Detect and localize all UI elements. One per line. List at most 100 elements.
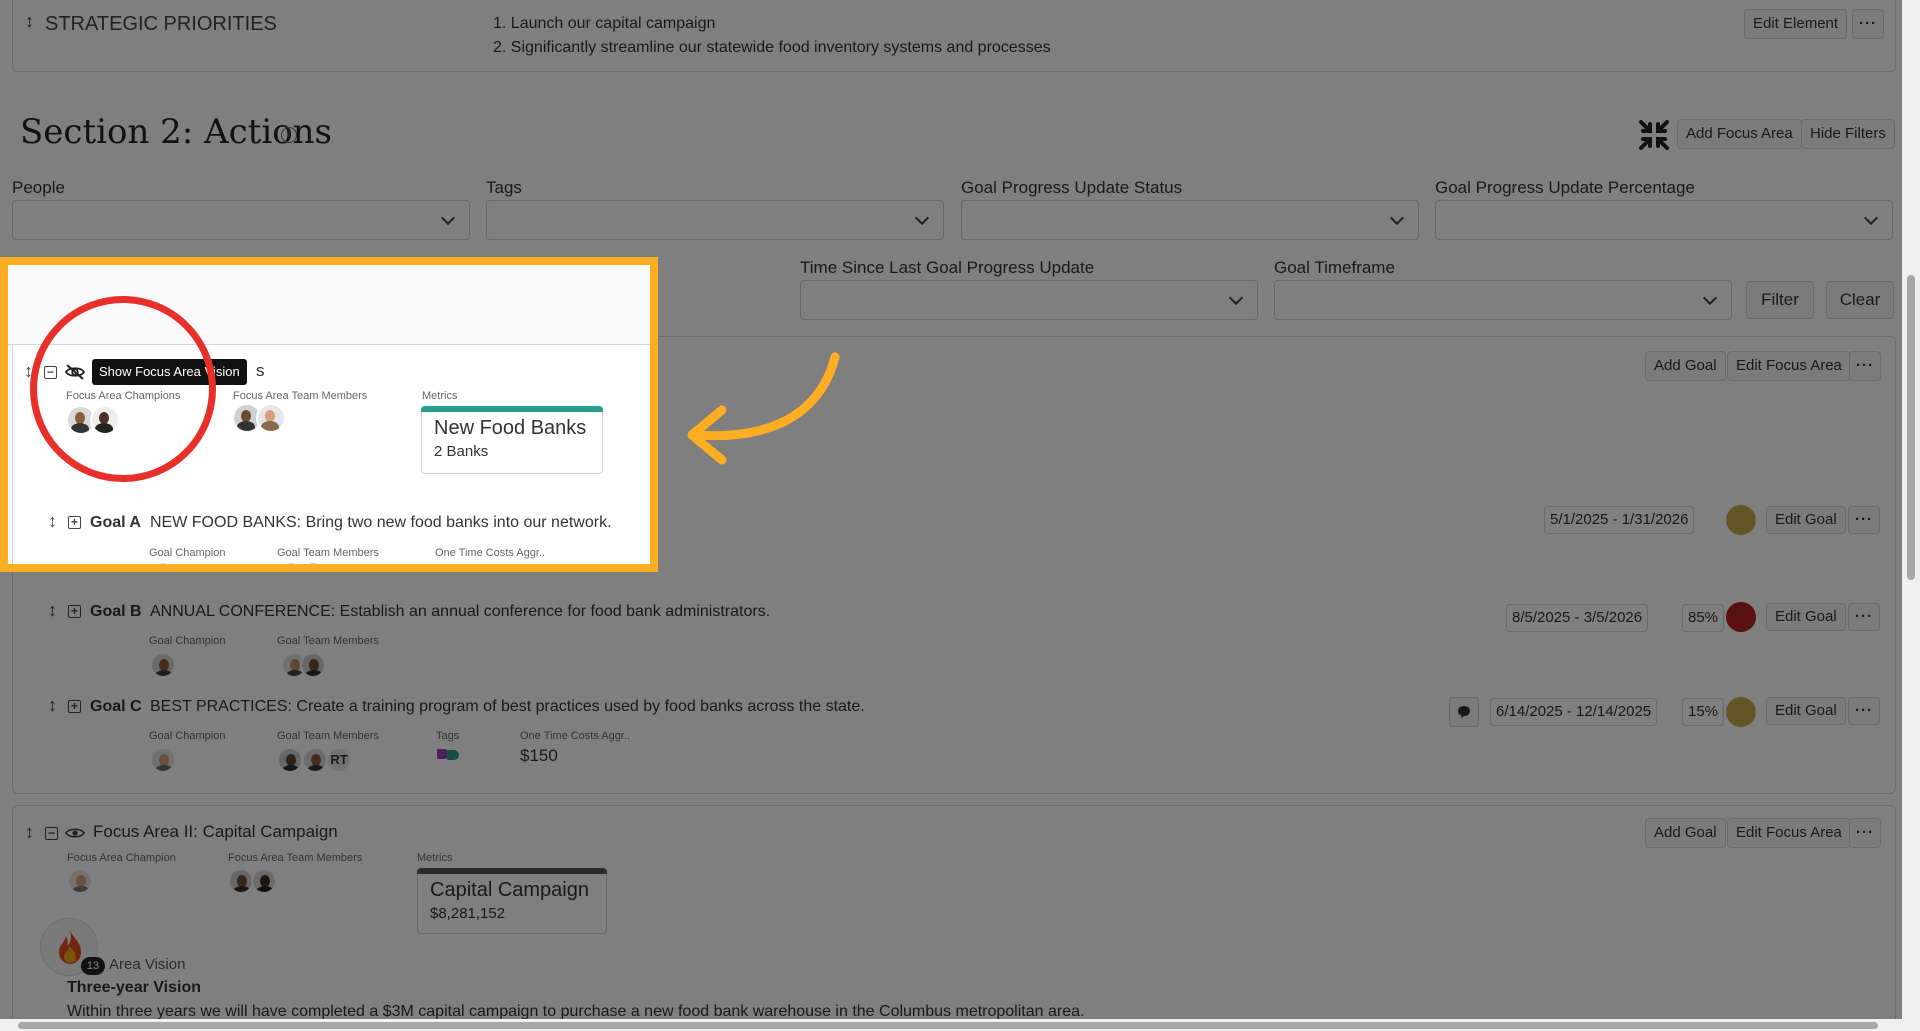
vertical-scrollbar[interactable] (1902, 0, 1920, 1031)
status-select[interactable] (961, 200, 1419, 240)
goal-b-team-label: Goal Team Members (277, 635, 379, 647)
more-options-button[interactable]: ··· (1849, 351, 1881, 381)
avatar[interactable] (150, 747, 176, 773)
collapse-icon[interactable]: − (45, 827, 58, 840)
goal-b-expand-icon[interactable]: + (68, 605, 81, 618)
goal-a-more-button[interactable]: ··· (1848, 506, 1880, 534)
edit-goal-c-button[interactable]: Edit Goal (1766, 697, 1846, 725)
timeframe-select[interactable] (1274, 280, 1732, 320)
edit-element-button[interactable]: Edit Element (1744, 9, 1848, 39)
time-since-select[interactable] (800, 280, 1258, 320)
more-options-button[interactable]: ··· (1852, 9, 1884, 39)
metric-title: New Food Banks (434, 417, 587, 439)
comment-button[interactable] (1449, 697, 1479, 727)
scroll-thumb[interactable] (1907, 275, 1915, 580)
goal-b-status-dot[interactable] (1726, 602, 1756, 632)
avatar[interactable] (277, 747, 303, 773)
goal-b-dates: 8/5/2025 - 3/5/2026 (1506, 604, 1649, 632)
comment-icon (1458, 706, 1470, 718)
goal-b-id: Goal B (90, 603, 142, 620)
focus-area-2-champion-label: Focus Area Champion (67, 852, 176, 864)
goal-a-team-label: Goal Team Members (277, 547, 379, 559)
drag-handle-icon[interactable]: ↕ (25, 11, 34, 32)
goal-c-id: Goal C (90, 698, 142, 715)
goal-a-status-dot[interactable] (1726, 505, 1756, 535)
avatar-initials[interactable]: RT (326, 747, 352, 773)
goal-a-champion-label: Goal Champion (149, 547, 226, 559)
goal-c-drag-icon[interactable]: ↕ (48, 695, 57, 716)
focus-area-1-team-label: Focus Area Team Members (233, 390, 368, 402)
people-filter-label: People (12, 178, 65, 197)
goal-b-champion-label: Goal Champion (149, 635, 226, 647)
goal-c-percent: 15% (1682, 698, 1725, 726)
goal-c-tags-label: Tags (436, 730, 460, 742)
edit-focus-area-button[interactable]: Edit Focus Area (1727, 351, 1851, 381)
goal-b-percent: 85% (1682, 604, 1725, 632)
chevron-down-icon (1389, 210, 1405, 226)
horizontal-scrollbar[interactable] (0, 1019, 1902, 1031)
time-since-filter-label: Time Since Last Goal Progress Update (800, 258, 1095, 277)
percentage-select[interactable] (1435, 200, 1893, 240)
hide-filters-button[interactable]: Hide Filters (1801, 119, 1895, 149)
chevron-down-icon (440, 210, 456, 226)
timeframe-filter-label: Goal Timeframe (1274, 258, 1395, 277)
capital-campaign-metric[interactable]: Capital Campaign $8,281,152 (417, 868, 607, 934)
edit-focus-area-button[interactable]: Edit Focus Area (1727, 818, 1851, 848)
goal-a-costs-label: One Time Costs Aggr.. (435, 547, 546, 559)
goal-c-expand-icon[interactable]: + (68, 700, 81, 713)
eye-icon[interactable] (65, 826, 85, 840)
edit-goal-a-button[interactable]: Edit Goal (1766, 506, 1846, 534)
goal-a-dates: 5/1/2025 - 1/31/2026 (1544, 506, 1695, 534)
strategic-item-2: 2. Significantly streamline our statewid… (493, 39, 1051, 56)
avatar[interactable] (300, 652, 326, 678)
focus-area-1-title-partial: s (256, 361, 265, 380)
assistant-widget[interactable]: 13 (40, 918, 105, 976)
pointer-arrow-icon (687, 352, 840, 465)
avatar[interactable] (67, 868, 93, 894)
metric-title: Capital Campaign (430, 879, 589, 901)
chevron-down-icon (1702, 290, 1718, 306)
info-icon[interactable]: i (281, 127, 297, 143)
avatar[interactable] (150, 652, 176, 678)
focus-area-1-metrics-label: Metrics (422, 390, 458, 402)
add-goal-button[interactable]: Add Goal (1645, 351, 1726, 381)
people-select[interactable] (12, 200, 470, 240)
add-goal-button[interactable]: Add Goal (1645, 818, 1726, 848)
vision-label: Area Vision (109, 956, 186, 973)
add-focus-area-button[interactable]: Add Focus Area (1677, 119, 1802, 149)
goal-c-champion-label: Goal Champion (149, 730, 226, 742)
goal-c-more-button[interactable]: ··· (1848, 697, 1880, 725)
goal-a-drag-icon[interactable]: ↕ (48, 511, 57, 532)
avatar[interactable] (256, 403, 286, 433)
scroll-thumb[interactable] (18, 1022, 1878, 1029)
new-food-banks-metric[interactable]: New Food Banks 2 Banks (421, 406, 603, 474)
filter-button[interactable]: Filter (1746, 281, 1814, 319)
focus-area-2-title: Focus Area II: Capital Campaign (93, 822, 338, 841)
goal-c-team-label: Goal Team Members (277, 730, 379, 742)
goal-b-more-button[interactable]: ··· (1848, 603, 1880, 631)
status-filter-label: Goal Progress Update Status (961, 178, 1183, 197)
goal-a-expand-icon[interactable]: + (68, 516, 81, 529)
metric-bar (417, 868, 607, 874)
tag-icon (447, 750, 459, 760)
goal-a-text: NEW FOOD BANKS: Bring two new food banks… (150, 514, 612, 531)
chevron-down-icon (914, 210, 930, 226)
goal-a-id: Goal A (90, 514, 141, 531)
clear-button[interactable]: Clear (1826, 281, 1894, 319)
more-options-button[interactable]: ··· (1849, 818, 1881, 848)
strategic-title: STRATEGIC PRIORITIES (45, 13, 277, 35)
tags-select[interactable] (486, 200, 944, 240)
strategic-item-1: 1. Launch our capital campaign (493, 15, 716, 32)
goal-c-status-dot[interactable] (1726, 697, 1756, 727)
avatar[interactable] (251, 868, 277, 894)
focus-area-2-card: ↕ − Focus Area II: Capital Campaign Focu… (12, 805, 1896, 1031)
goal-b-drag-icon[interactable]: ↕ (48, 600, 57, 621)
strategic-priorities-card: ↕ STRATEGIC PRIORITIES 1. Launch our cap… (12, 0, 1896, 72)
goal-b-text: ANNUAL CONFERENCE: Establish an annual c… (150, 603, 771, 620)
metric-bar (421, 406, 603, 412)
drag-handle-icon[interactable]: ↕ (25, 822, 34, 843)
edit-goal-b-button[interactable]: Edit Goal (1766, 603, 1846, 631)
collapse-arrows-icon[interactable] (1638, 119, 1670, 151)
tags-filter-label: Tags (486, 178, 522, 197)
avatar[interactable] (302, 747, 328, 773)
